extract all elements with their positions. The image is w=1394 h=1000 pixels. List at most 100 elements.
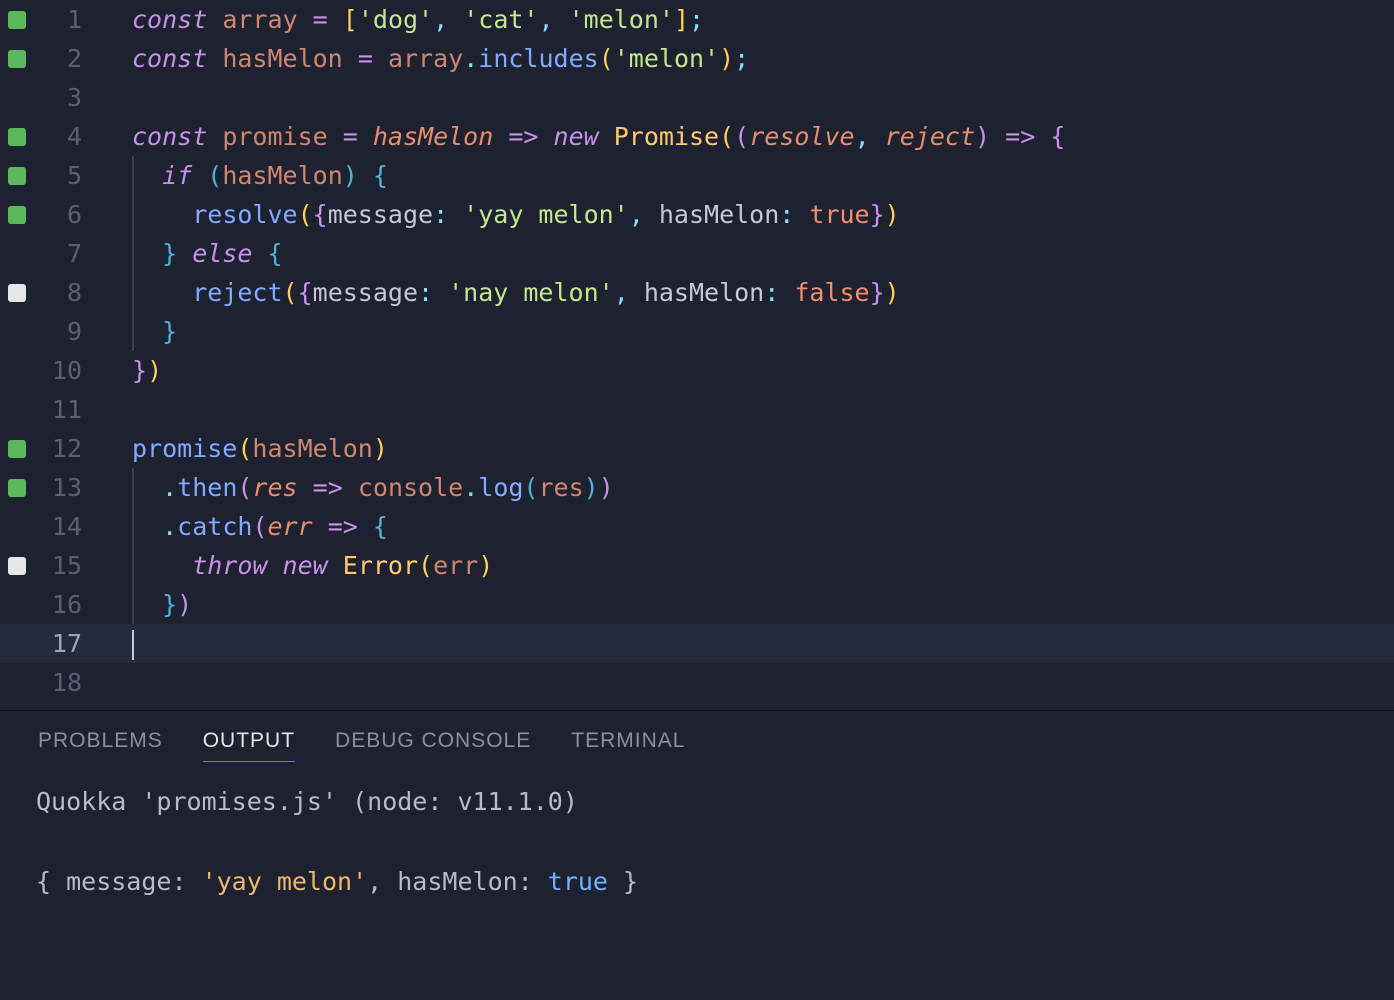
line-number: 16 [34, 585, 88, 624]
code-content[interactable]: throw new Error(err) [88, 546, 493, 585]
code-line[interactable]: 4const promise = hasMelon => new Promise… [0, 117, 1394, 156]
token-kw: new [554, 122, 599, 151]
code-content[interactable]: reject({message: 'nay melon', hasMelon: … [88, 273, 900, 312]
line-number: 15 [34, 546, 88, 585]
code-line[interactable]: 15 throw new Error(err) [0, 546, 1394, 585]
token-op: = [358, 44, 373, 73]
line-number: 14 [34, 507, 88, 546]
code-line[interactable]: 8 reject({message: 'nay melon', hasMelon… [0, 273, 1394, 312]
token-paren1: ) [885, 278, 900, 307]
green-square-icon [8, 167, 26, 185]
code-content[interactable]: if (hasMelon) { [88, 156, 388, 195]
code-line[interactable]: 2const hasMelon = array.includes('melon'… [0, 39, 1394, 78]
token-var: hasMelon [222, 161, 342, 190]
token-paren3: } [162, 590, 177, 619]
token-def [343, 44, 358, 73]
code-content[interactable]: } else { [88, 234, 283, 273]
code-content[interactable]: promise(hasMelon) [88, 429, 388, 468]
tab-output[interactable]: OUTPUT [203, 729, 295, 762]
code-line[interactable]: 11 [0, 390, 1394, 429]
code-content[interactable] [88, 624, 134, 663]
code-line[interactable]: 18 [0, 663, 1394, 702]
token-paren1: ] [674, 5, 689, 34]
indent-guide [132, 234, 134, 273]
code-line[interactable]: 6 resolve({message: 'yay melon', hasMelo… [0, 195, 1394, 234]
token-kw: else [192, 239, 252, 268]
token-def [358, 161, 373, 190]
output-token: ' (node: v11.1.0) [322, 787, 578, 816]
text-cursor [132, 630, 134, 660]
code-line[interactable]: 13 .then(res => console.log(res)) [0, 468, 1394, 507]
code-line[interactable]: 16 }) [0, 585, 1394, 624]
token-pun: . [162, 473, 177, 502]
gutter-marker [0, 11, 34, 29]
token-op: = [313, 5, 328, 34]
token-paren2: { [313, 200, 328, 229]
token-str: 'nay melon' [448, 278, 614, 307]
code-line[interactable]: 17 [0, 624, 1394, 663]
code-content[interactable]: }) [88, 585, 192, 624]
panel-output[interactable]: Quokka 'promises.js' (node: v11.1.0) { m… [0, 776, 1394, 908]
token-paren3: } [162, 317, 177, 346]
token-def [599, 122, 614, 151]
token-fn: reject [192, 278, 282, 307]
token-op: => [313, 473, 343, 502]
code-line[interactable]: 3 [0, 78, 1394, 117]
token-kw: new [283, 551, 328, 580]
tab-problems[interactable]: PROBLEMS [38, 729, 163, 762]
code-content[interactable]: } [88, 312, 177, 351]
code-editor[interactable]: 1const array = ['dog', 'cat', 'melon'];2… [0, 0, 1394, 710]
code-line[interactable]: 5 if (hasMelon) { [0, 156, 1394, 195]
code-line[interactable]: 12promise(hasMelon) [0, 429, 1394, 468]
code-content[interactable]: .then(res => console.log(res)) [88, 468, 614, 507]
token-paren1: ( [418, 551, 433, 580]
gutter-marker [0, 284, 34, 302]
line-number: 10 [34, 351, 88, 390]
code-content[interactable]: const hasMelon = array.includes('melon')… [88, 39, 749, 78]
token-paren2: ( [734, 122, 749, 151]
output-line [36, 822, 1358, 862]
token-prop: message [328, 200, 433, 229]
output-token: , hasMelon: [367, 867, 548, 896]
code-content[interactable]: const promise = hasMelon => new Promise(… [88, 117, 1065, 156]
output-line: { message: 'yay melon', hasMelon: true } [36, 862, 1358, 902]
token-paren3: ( [207, 161, 222, 190]
token-def [132, 317, 162, 346]
token-paren1: ( [298, 200, 313, 229]
code-content[interactable]: const array = ['dog', 'cat', 'melon']; [88, 0, 704, 39]
line-number: 5 [34, 156, 88, 195]
green-square-icon [8, 206, 26, 224]
token-kw: throw [192, 551, 267, 580]
code-line[interactable]: 14 .catch(err => { [0, 507, 1394, 546]
token-paren3: ( [523, 473, 538, 502]
token-pun: , [538, 5, 568, 34]
token-def [298, 473, 313, 502]
token-pun: . [463, 44, 478, 73]
code-line[interactable]: 9 } [0, 312, 1394, 351]
code-content[interactable]: }) [88, 351, 162, 390]
token-pun: : [764, 278, 794, 307]
token-paren1: ( [719, 122, 734, 151]
code-line[interactable]: 10}) [0, 351, 1394, 390]
token-paren1: ) [885, 200, 900, 229]
token-def [328, 5, 343, 34]
code-content[interactable]: .catch(err => { [88, 507, 388, 546]
token-fn: includes [478, 44, 598, 73]
tab-terminal[interactable]: TERMINAL [571, 729, 685, 762]
code-line[interactable]: 1const array = ['dog', 'cat', 'melon']; [0, 0, 1394, 39]
tab-debug[interactable]: DEBUG CONSOLE [335, 729, 531, 762]
token-def [990, 122, 1005, 151]
line-number: 4 [34, 117, 88, 156]
green-square-icon [8, 440, 26, 458]
output-token: true [548, 867, 608, 896]
output-token: Quokka ' [36, 787, 156, 816]
code-line[interactable]: 7 } else { [0, 234, 1394, 273]
token-def [1035, 122, 1050, 151]
token-fn: log [478, 473, 523, 502]
line-number: 8 [34, 273, 88, 312]
code-content[interactable]: resolve({message: 'yay melon', hasMelon:… [88, 195, 900, 234]
token-def [358, 512, 373, 541]
token-def [132, 512, 162, 541]
token-def [132, 590, 162, 619]
line-number: 2 [34, 39, 88, 78]
